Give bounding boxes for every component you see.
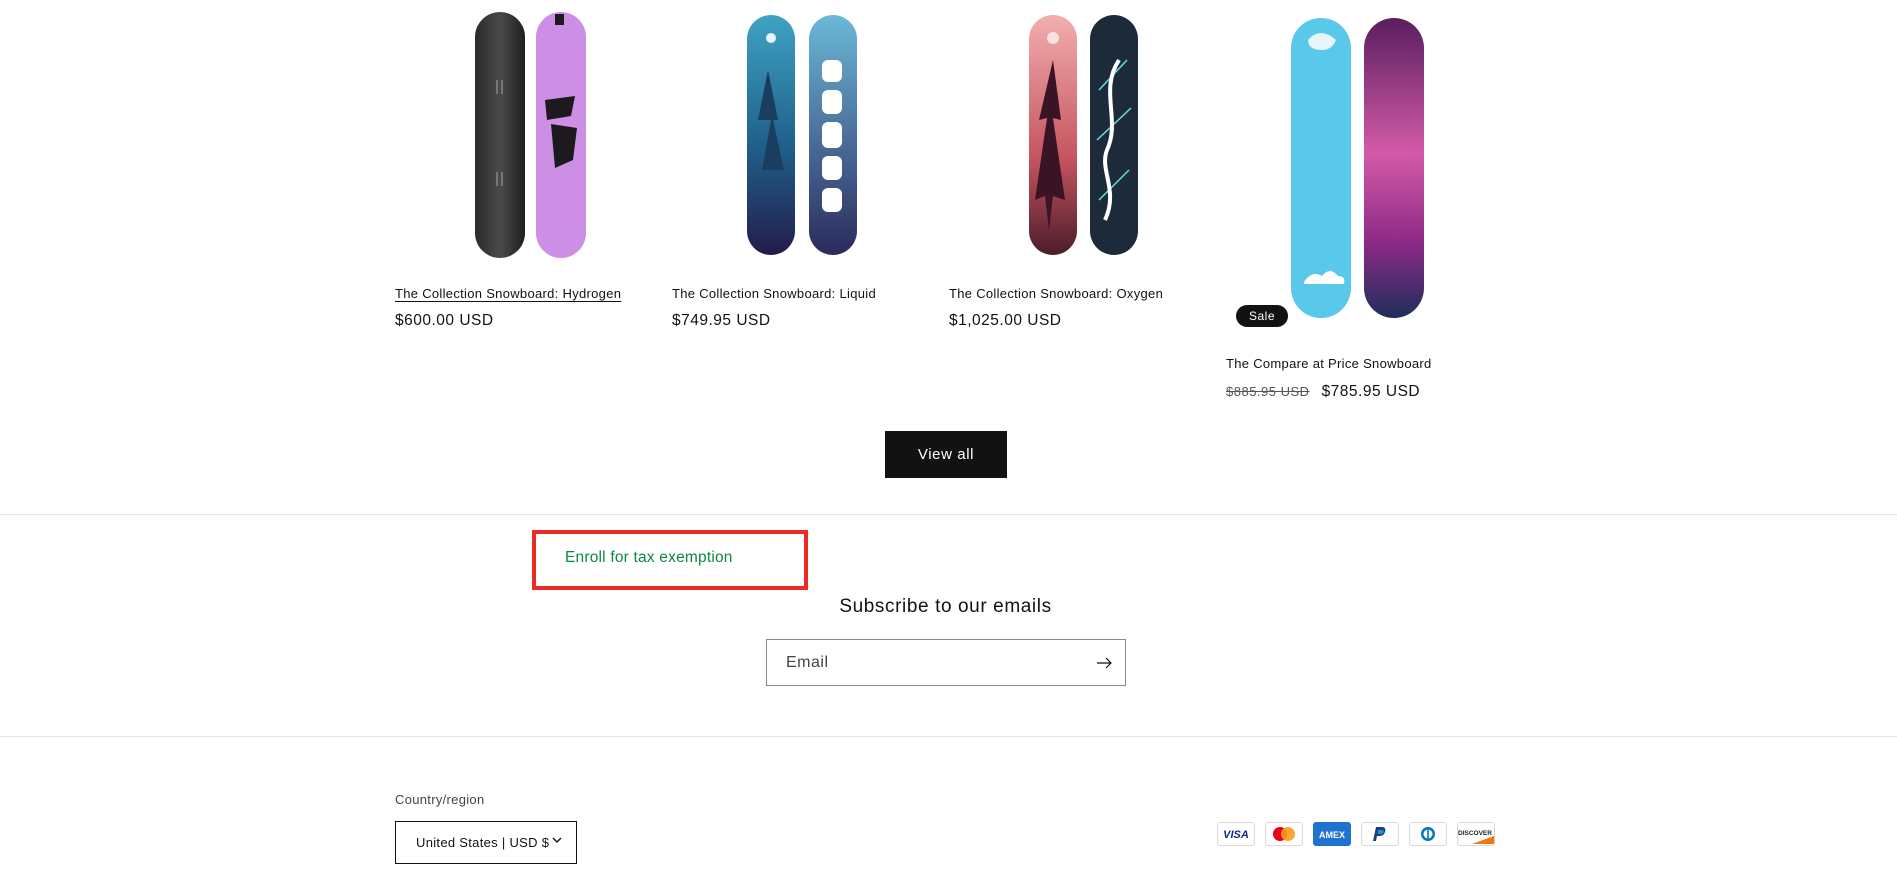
svg-text:DISCOVER: DISCOVER — [1458, 830, 1492, 837]
mastercard-icon — [1265, 822, 1303, 846]
product-price: $749.95 USD — [672, 312, 771, 329]
country-selector[interactable]: United States | USD $ — [395, 821, 577, 864]
product-title[interactable]: The Collection Snowboard: Hydrogen — [395, 286, 621, 301]
section-divider — [0, 514, 1897, 515]
svg-text:AMEX: AMEX — [1319, 830, 1345, 840]
discover-icon: DISCOVER — [1457, 822, 1495, 846]
product-card-compare-at-price[interactable]: Sale The Compare at Price Snowboard $885… — [1226, 0, 1476, 400]
product-price: $1,025.00 USD — [949, 312, 1062, 329]
product-image-oxygen[interactable] — [949, 0, 1199, 270]
diners-club-icon — [1409, 822, 1447, 846]
product-price: $600.00 USD — [395, 312, 494, 329]
compare-at-price: $885.95 USD — [1226, 384, 1310, 399]
american-express-icon: AMEX — [1313, 822, 1351, 846]
view-all-button[interactable]: View all — [885, 431, 1007, 478]
chevron-down-icon — [552, 837, 562, 843]
newsletter-submit-button[interactable] — [1093, 651, 1117, 675]
newsletter-title: Subscribe to our emails — [839, 596, 1052, 617]
product-title[interactable]: The Compare at Price Snowboard — [1226, 356, 1432, 371]
product-price: $885.95 USD $785.95 USD — [1226, 383, 1420, 401]
product-card-liquid[interactable]: The Collection Snowboard: Liquid $749.95… — [672, 0, 922, 329]
product-image-liquid[interactable] — [672, 0, 922, 270]
email-input[interactable] — [767, 640, 1087, 685]
product-title[interactable]: The Collection Snowboard: Oxygen — [949, 286, 1163, 301]
sale-badge: Sale — [1236, 305, 1289, 327]
sale-price: $785.95 USD — [1321, 383, 1421, 400]
visa-icon: VISA — [1217, 822, 1255, 846]
tax-exemption-link[interactable]: Enroll for tax exemption — [565, 549, 733, 567]
newsletter-form — [766, 639, 1126, 686]
paypal-icon — [1361, 822, 1399, 846]
payment-icons: VISA AMEX DISCOVER — [1217, 822, 1495, 846]
footer-divider — [0, 736, 1897, 737]
product-grid: The Collection Snowboard: Hydrogen $600.… — [395, 0, 1505, 420]
product-image-compare-at-price[interactable]: Sale — [1226, 0, 1476, 340]
svg-text:VISA: VISA — [1223, 829, 1249, 840]
arrow-right-icon — [1097, 657, 1112, 669]
product-title[interactable]: The Collection Snowboard: Liquid — [672, 286, 876, 301]
product-image-hydrogen[interactable] — [395, 0, 645, 270]
product-card-oxygen[interactable]: The Collection Snowboard: Oxygen $1,025.… — [949, 0, 1199, 329]
country-value: United States | USD $ — [416, 835, 550, 850]
country-region-label: Country/region — [395, 792, 485, 807]
product-card-hydrogen[interactable]: The Collection Snowboard: Hydrogen $600.… — [395, 0, 645, 329]
